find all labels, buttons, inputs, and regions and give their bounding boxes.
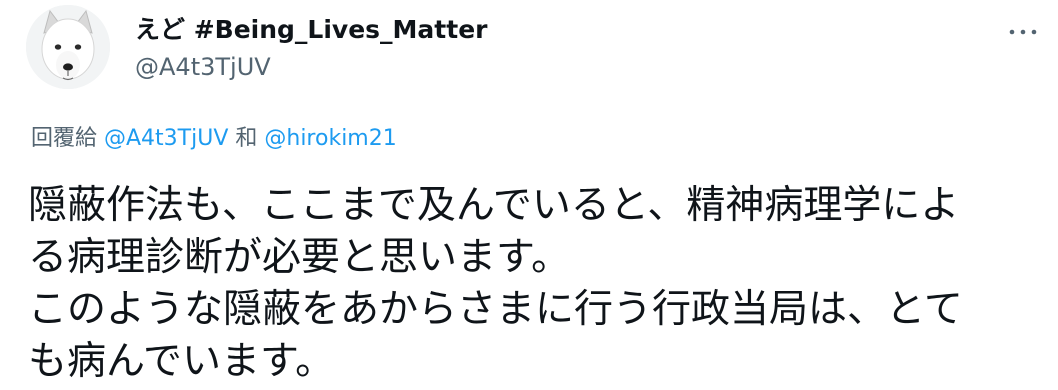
tweet-text-line: も病んでいます。 <box>28 339 335 384</box>
reply-connector: 和 <box>228 126 265 151</box>
avatar[interactable] <box>26 5 110 89</box>
mention-link-hirokim21[interactable]: @hirokim21 <box>264 126 396 151</box>
mention-link-a4t3tjuv[interactable]: @A4t3TjUV <box>104 126 228 151</box>
reply-context: 回覆給 @A4t3TjUV 和 @hirokim21 <box>31 124 397 154</box>
tweet-text-line: 隠蔽作法も、ここまで及んでいると、精神病理学によ <box>28 183 960 228</box>
more-options-icon <box>1009 29 1037 35</box>
reply-prefix: 回覆給 <box>31 126 104 151</box>
white-dog-avatar-icon <box>26 5 110 89</box>
user-handle[interactable]: @A4t3TjUV <box>135 52 271 82</box>
tweet-text: 隠蔽作法も、ここまで及んでいると、精神病理学によ る病理診断が必要と思います。 … <box>28 180 1038 388</box>
more-options-button[interactable] <box>1006 24 1040 40</box>
tweet-text-line: る病理診断が必要と思います。 <box>28 235 571 280</box>
display-name[interactable]: えど #Being_Lives_Matter <box>135 14 488 46</box>
tweet-text-line: このような隠蔽をあからさまに行う行政当局は、とて <box>28 287 963 332</box>
